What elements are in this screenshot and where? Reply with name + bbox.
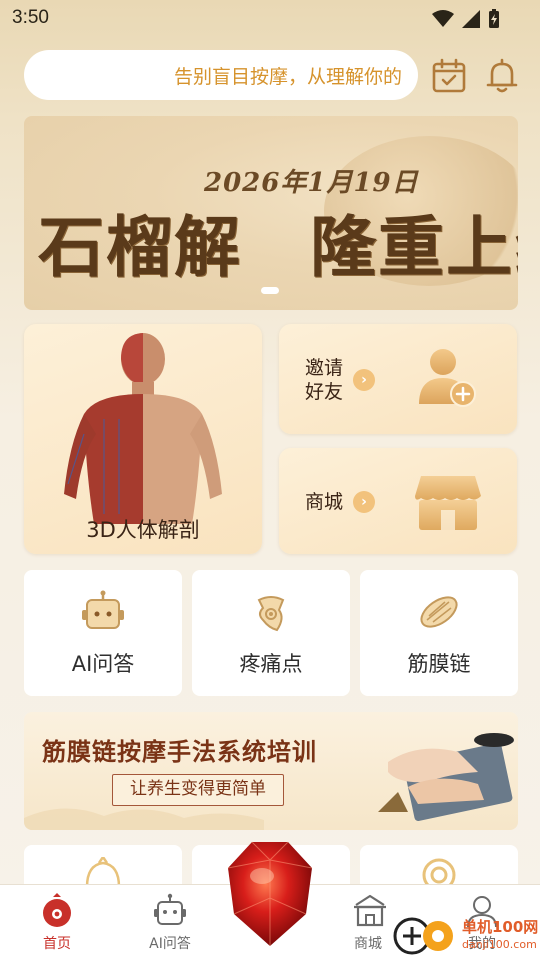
tool-fascia-chain-label: 筋膜链 <box>407 652 471 676</box>
watermark-icon <box>393 917 453 955</box>
anatomy-3d-card[interactable]: 3D人体解剖 <box>24 324 262 554</box>
invite-friends-card[interactable]: 邀请 好友 <box>279 324 517 434</box>
nav-home[interactable]: 首页 <box>7 885 107 960</box>
banner-page-indicator <box>261 287 279 294</box>
wifi-icon <box>432 10 454 27</box>
signal-icon <box>462 10 480 28</box>
tool-pain-point[interactable]: 疼痛点 <box>192 570 350 696</box>
nav-ai-qa-label: AI问答 <box>149 936 191 952</box>
search-placeholder: 告别盲目按摩，从理解你的 <box>173 66 402 88</box>
watermark-url: danji100.com <box>462 938 537 951</box>
calendar-icon[interactable] <box>431 58 467 94</box>
battery-icon <box>489 9 499 28</box>
storefront-icon <box>415 476 481 530</box>
banner-title: 石榴解 隆重上线 <box>38 208 518 286</box>
massage-hands-illustration <box>378 733 514 821</box>
invite-label-line1: 邀请 <box>305 357 344 379</box>
status-icons <box>432 9 500 29</box>
search-input[interactable]: 告别盲目按摩，从理解你的 <box>24 50 418 100</box>
training-banner[interactable]: 筋膜链按摩手法系统培训 让养生变得更简单 <box>24 712 518 830</box>
pain-point-icon <box>257 596 285 632</box>
pomegranate-icon <box>85 857 121 887</box>
anatomy-figure-image <box>64 333 222 524</box>
tool-ai-qa-label: AI问答 <box>71 652 135 676</box>
watermark-logo: 单机100网 danji100.com <box>392 912 540 960</box>
status-time: 3:50 <box>12 7 49 28</box>
robot-icon <box>82 590 124 629</box>
bell-icon[interactable] <box>484 58 520 94</box>
anatomy-card-label: 3D人体解剖 <box>86 518 200 542</box>
robot-icon <box>154 893 186 925</box>
invite-label-line2: 好友 <box>305 381 344 403</box>
training-subtitle: 让养生变得更简单 <box>130 779 266 799</box>
nav-home-label: 首页 <box>43 936 71 952</box>
center-gem-button[interactable] <box>222 838 318 950</box>
fascia-icon <box>420 596 458 628</box>
invite-chevron-icon: › <box>353 369 375 391</box>
promo-banner[interactable]: 2026年1月19日 石榴解 隆重上线 <box>24 116 518 310</box>
home-pomegranate-icon <box>43 893 71 927</box>
tool-ai-qa[interactable]: AI问答 <box>24 570 182 696</box>
mall-card[interactable]: 商城 <box>279 448 517 554</box>
nav-ai-qa[interactable]: AI问答 <box>120 885 220 960</box>
add-user-icon <box>419 349 476 407</box>
mall-chevron-icon: › <box>353 491 375 513</box>
tool-fascia-chain[interactable]: 筋膜链 <box>360 570 518 696</box>
training-title: 筋膜链按摩手法系统培训 <box>42 737 317 766</box>
status-bar: 3:50 <box>0 0 540 38</box>
watermark-text: 单机100网 <box>462 918 539 936</box>
invite-card-label: 邀请 好友 <box>305 356 355 404</box>
mall-card-label: 商城 <box>305 491 344 513</box>
training-subtitle-box: 让养生变得更简单 <box>112 774 284 806</box>
shop-icon <box>354 894 386 927</box>
tool-pain-point-label: 疼痛点 <box>239 652 303 676</box>
